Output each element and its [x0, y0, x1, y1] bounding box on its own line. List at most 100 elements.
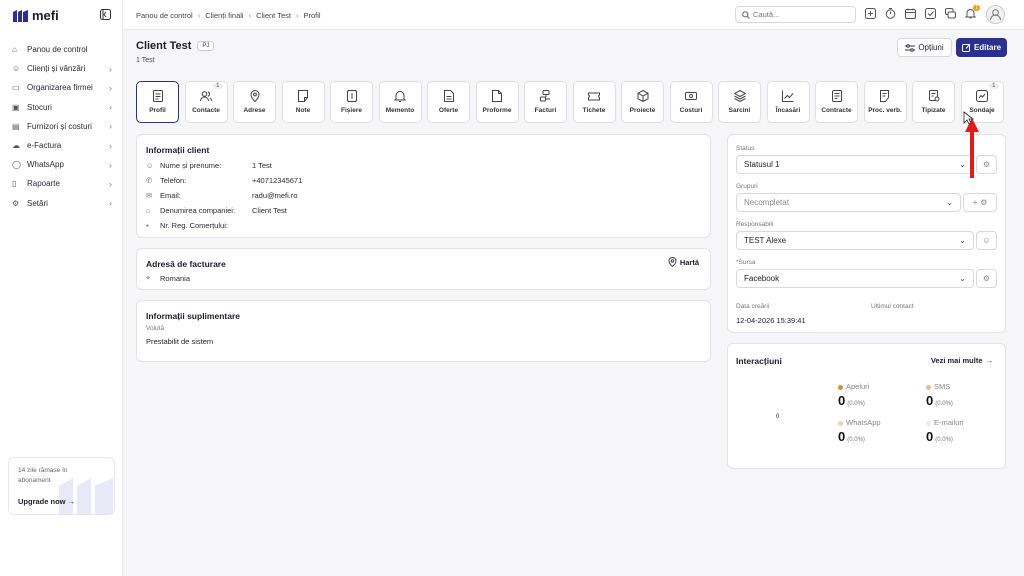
info-row: ☺ Nume și prenume: 1 Test	[146, 161, 272, 170]
stat-value: 0	[838, 429, 846, 444]
see-more-link[interactable]: Vezi mai multe →	[931, 356, 993, 365]
groups-add-button[interactable]: + ⚙	[963, 193, 997, 212]
responsible-value: TEST Alexe	[744, 236, 787, 245]
responsible-users-button[interactable]: ☺	[976, 231, 997, 250]
info-key: Email:	[160, 191, 181, 200]
info-key: Denumirea companiei:	[160, 206, 236, 215]
tab-facturi[interactable]: Facturi	[524, 81, 567, 123]
tab-proforme[interactable]: Proforme	[475, 81, 519, 123]
contacts-icon	[200, 91, 212, 102]
tab-count-badge: 1	[213, 83, 223, 89]
responsible-select[interactable]: TEST Alexe ⌄	[736, 231, 974, 250]
tab-profil[interactable]: Profil	[136, 81, 179, 123]
source-select[interactable]: Facebook ⌄	[736, 269, 974, 288]
chat-icon: ◯	[12, 160, 21, 170]
stat-label: SMS	[934, 382, 951, 391]
layers-icon	[733, 90, 746, 102]
edit-button[interactable]: Editare	[956, 38, 1007, 57]
tab-label: Memento	[385, 107, 415, 114]
topbar-icons: 1	[865, 5, 980, 19]
source-value: Facebook	[744, 274, 780, 283]
options-button[interactable]: Opțiuni	[897, 38, 952, 57]
sidebar-item-label: Rapoarte	[27, 179, 60, 189]
sliders-icon	[905, 43, 916, 52]
tab-label: Contracte	[821, 107, 852, 114]
tab-contracte[interactable]: Contracte	[815, 81, 858, 123]
tab-label: Tipizate	[921, 107, 946, 114]
stat-value: 0	[926, 429, 934, 444]
source-label: *Sursa	[736, 259, 756, 266]
cube-icon	[637, 90, 648, 102]
breadcrumb-item[interactable]: Panou de control	[136, 11, 193, 20]
info-row: ✉ Email: radu@mefi.ro	[146, 191, 298, 200]
source-settings-button[interactable]: ⚙	[976, 269, 997, 288]
sidebar-item-rapoarte[interactable]: ▯ Rapoarte ›	[8, 174, 116, 193]
gear-icon: ⚙	[982, 160, 991, 169]
tab-incasari[interactable]: Încasări	[766, 81, 810, 123]
search-box[interactable]	[735, 6, 856, 23]
tab-sarcini[interactable]: Sarcini	[718, 81, 761, 123]
tab-proc-verb[interactable]: Proc. verb.	[863, 81, 907, 123]
sidebar-item-setari[interactable]: ⚙ Setări ›	[8, 194, 116, 213]
tab-tichete[interactable]: Tichete	[572, 81, 616, 123]
tasks-icon[interactable]	[925, 8, 936, 19]
tab-memento[interactable]: Memento	[378, 81, 422, 123]
breadcrumb-item[interactable]: Client Test	[256, 11, 291, 20]
upgrade-button[interactable]: Upgrade now →	[18, 497, 75, 506]
options-label: Opțiuni	[918, 43, 944, 52]
tab-contacte[interactable]: 1 Contacte	[184, 81, 228, 123]
add-icon[interactable]	[865, 8, 876, 19]
collapse-sidebar-button[interactable]	[100, 9, 111, 20]
tab-label: Proiecte	[629, 107, 656, 114]
stat-emails: E-mailuri 0 (0.0%)	[926, 418, 964, 444]
edit-icon	[961, 43, 971, 52]
tab-label: Oferte	[438, 107, 459, 114]
search-icon	[742, 10, 750, 19]
see-more-label: Vezi mai multe	[930, 356, 983, 365]
user-avatar-icon	[990, 9, 1001, 21]
tab-oferte[interactable]: Oferte	[427, 81, 470, 123]
sidebar-item-label: Panou de control	[27, 45, 88, 55]
tab-adrese[interactable]: Adrese	[233, 81, 276, 123]
tab-note[interactable]: Note	[281, 81, 325, 123]
tab-tipizate[interactable]: Tipizate	[912, 81, 955, 123]
sidebar-item-whatsapp[interactable]: ◯ WhatsApp ›	[8, 155, 116, 174]
tab-fisiere[interactable]: Fișiere	[330, 81, 373, 123]
map-link[interactable]: Hartă	[668, 257, 699, 267]
sidebar-item-clienti[interactable]: ☺ Clienți și vânzări ›	[8, 59, 116, 78]
sidebar-item-organizare[interactable]: ▭ Organizarea firmei ›	[8, 78, 116, 97]
status-select[interactable]: Statusul 1 ⌄	[736, 155, 974, 174]
stat-pct: (0.0%)	[935, 401, 953, 407]
sidebar-item-label: Clienți și vânzări	[27, 64, 86, 74]
search-input[interactable]	[753, 10, 843, 19]
chevron-down-icon: ⌄	[959, 236, 966, 245]
sidebar-item-stocuri[interactable]: ▣ Stocuri ›	[8, 98, 116, 117]
notifications-bell-icon[interactable]: 1	[965, 5, 980, 19]
survey-icon	[976, 90, 988, 102]
card-title: Informații suplimentare	[146, 311, 240, 321]
tab-costuri[interactable]: Costuri	[669, 81, 713, 123]
stat-value: 0	[926, 393, 934, 408]
arrow-right-icon: →	[985, 356, 994, 365]
stat-label: Apeluri	[846, 382, 870, 391]
chevron-right-icon: ›	[109, 178, 112, 189]
sidebar-item-panou[interactable]: ⌂ Panou de control	[8, 40, 116, 59]
calendar-icon[interactable]	[905, 8, 916, 19]
breadcrumb-item[interactable]: Clienți finali	[205, 11, 243, 20]
tab-proiecte[interactable]: Proiecte	[621, 81, 664, 123]
sidebar-item-efactura[interactable]: ☁ e-Factura ›	[8, 136, 116, 155]
timer-icon[interactable]	[885, 8, 896, 19]
sidebar-item-label: Organizarea firmei	[27, 83, 93, 93]
app-logo[interactable]: mefi	[13, 8, 59, 23]
card-title: Interacțiuni	[736, 356, 782, 366]
stat-calls: Apeluri 0 (0.0%)	[838, 382, 869, 408]
sidebar-item-furnizori[interactable]: ▤ Furnizori și costuri ›	[8, 117, 116, 136]
groups-select[interactable]: Necompletat ⌄	[736, 193, 961, 212]
stat-sms: SMS 0 (0.0%)	[926, 382, 953, 408]
info-value[interactable]: radu@mefi.ro	[252, 191, 298, 200]
status-label: Status	[736, 145, 755, 152]
gear-icon: ⚙	[982, 274, 991, 283]
avatar[interactable]	[986, 5, 1005, 24]
messages-icon[interactable]	[945, 8, 956, 19]
stat-label: E-mailuri	[934, 418, 964, 427]
